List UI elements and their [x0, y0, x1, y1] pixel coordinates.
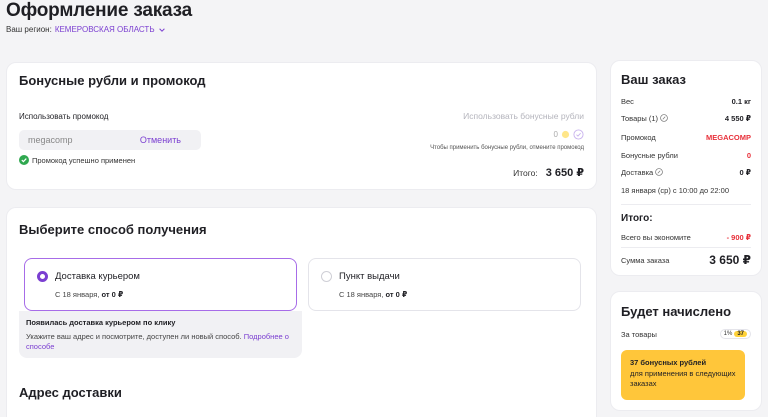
weight-row: Вес 0.1 кг	[621, 97, 751, 106]
bonus-amount-row: 0	[554, 129, 584, 140]
region-selector[interactable]: Ваш регион: КЕМЕРОВСКАЯ ОБЛАСТЬ	[6, 25, 166, 34]
promo-cancel-button[interactable]: Отменить	[140, 135, 181, 145]
itogo-label: Итого:	[621, 213, 653, 224]
order-title: Ваш заказ	[621, 72, 686, 87]
bonus-row: Бонусные рубли 0	[621, 151, 751, 160]
bonus-badge: 1% 37	[719, 329, 751, 339]
info-icon[interactable]	[660, 114, 668, 122]
option-title: Пункт выдачи	[339, 271, 400, 282]
delivery-row: Доставка 0 ₽	[621, 168, 751, 177]
option-date: С 18 января, от 0 ₽	[55, 290, 124, 299]
divider	[621, 247, 751, 248]
notice-text: Укажите ваш адрес и посмотрите, доступен…	[26, 332, 289, 351]
bonus-info-title: 37 бонусных рублей	[630, 358, 707, 367]
earn-goods-row: За товары 1% 37	[621, 329, 751, 339]
promo-success-message: Промокод успешно применен	[19, 155, 135, 165]
delivery-method-card: Выберите способ получения Доставка курье…	[6, 207, 597, 417]
bonus-use-label: Использовать бонусные рубли	[463, 111, 584, 121]
earn-bonus-card: Будет начислено За товары 1% 37 37 бонус…	[610, 291, 762, 411]
delivery-card-title: Выберите способ получения	[19, 222, 207, 237]
coin-count: 37	[734, 331, 747, 337]
promo-label: Использовать промокод	[19, 112, 109, 121]
check-circle-icon	[19, 155, 29, 165]
sum-row: Сумма заказа 3 650 ₽	[621, 253, 751, 267]
divider	[621, 204, 751, 205]
bonus-card-title: Бонусные рубли и промокод	[19, 73, 206, 88]
address-title: Адрес доставки	[19, 385, 122, 400]
bonus-total-row: Итого: 3 650 ₽	[513, 166, 584, 179]
notice-title: Появилась доставка курьером по клику	[26, 318, 176, 327]
region-label: Ваш регион:	[6, 25, 52, 34]
option-title: Доставка курьером	[55, 271, 140, 282]
total-value: 3 650 ₽	[545, 167, 584, 179]
earn-title: Будет начислено	[621, 304, 732, 319]
option-price: от 0 ₽	[385, 290, 408, 299]
option-date: С 18 января, от 0 ₽	[339, 290, 408, 299]
bonus-info-box: 37 бонусных рублей для применения в след…	[621, 350, 745, 400]
courier-notice: Появилась доставка курьером по клику Ука…	[19, 311, 302, 358]
bonus-amount: 0	[553, 130, 558, 139]
total-label: Итого:	[513, 168, 538, 178]
bonus-apply-check-icon[interactable]	[573, 129, 584, 140]
order-summary-card: Ваш заказ Вес 0.1 кг Товары (1) 4 550 ₽ П…	[610, 60, 762, 276]
radio-courier[interactable]	[37, 271, 48, 282]
region-value[interactable]: КЕМЕРОВСКАЯ ОБЛАСТЬ	[55, 25, 155, 34]
option-price: от 0 ₽	[101, 290, 124, 299]
bonus-promo-card: Бонусные рубли и промокод Использовать п…	[6, 62, 597, 190]
delivery-option-pickup[interactable]: Пункт выдачи С 18 января, от 0 ₽	[308, 258, 581, 311]
bonus-coin-icon	[561, 130, 570, 139]
savings-row: Всего вы экономите - 900 ₽	[621, 233, 751, 242]
promo-success-text: Промокод успешно применен	[32, 155, 136, 165]
radio-pickup[interactable]	[321, 271, 332, 282]
bonus-hint: Чтобы применить бонусные рубли, отмените…	[430, 145, 584, 151]
promo-input-value[interactable]: megacomp	[28, 135, 73, 145]
promo-row: Промокод MEGACOMP	[621, 133, 751, 142]
page-title: Оформление заказа	[6, 0, 192, 21]
goods-row: Товары (1) 4 550 ₽	[621, 114, 751, 123]
delivery-date-row: 18 января (ср) с 10:00 до 22:00	[621, 186, 730, 195]
bonus-info-text: для применения в следующих заказах	[630, 369, 736, 388]
delivery-option-courier[interactable]: Доставка курьером С 18 января, от 0 ₽	[24, 258, 297, 311]
info-icon[interactable]	[655, 168, 664, 176]
promo-input[interactable]: megacomp Отменить	[19, 130, 201, 150]
chevron-down-icon[interactable]	[158, 26, 166, 34]
